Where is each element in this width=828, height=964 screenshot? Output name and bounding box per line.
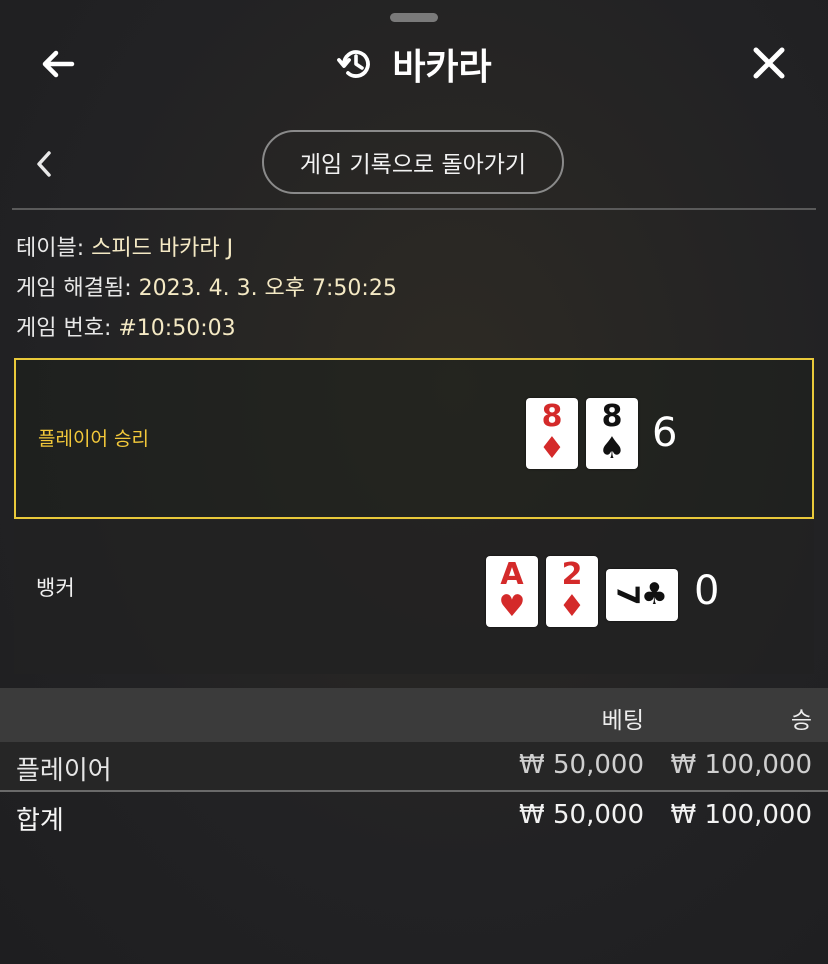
total-label: 합계 [16,806,64,836]
player-win-label: 플레이어 승리 [38,428,149,450]
resolved-info: 게임 해결됨: 2023. 4. 3. 오후 7:50:25 [16,276,397,301]
player-score: 6 [652,410,678,456]
club-icon: ♣ [640,577,668,612]
banker-score: 0 [694,568,720,614]
card-rank: 8 [601,399,623,434]
close-icon[interactable] [748,42,790,84]
history-icon [337,50,371,78]
heart-icon: ♥ [498,589,526,624]
banker-card-2: 2 ♦ [546,556,598,627]
diamond-icon: ♦ [538,431,566,466]
header-bar: 바카라 [0,0,828,120]
card-rank: 7 [609,584,645,606]
total-win: ₩ 100,000 [670,800,813,830]
banker-label: 뱅커 [36,576,75,600]
back-to-history-button[interactable]: 게임 기록으로 돌아가기 [262,130,564,194]
player-card-2: 8 ♠ [586,398,638,469]
spade-icon: ♠ [598,431,626,466]
card-rank: 8 [541,399,563,434]
diamond-icon: ♦ [558,589,586,624]
table-row: 플레이어 ₩ 50,000 ₩ 100,000 [0,742,828,790]
title-text: 바카라 [392,47,492,88]
banker-card-1: A ♥ [486,556,538,627]
column-header-win: 승 [790,708,812,734]
row-bet: ₩ 50,000 [519,750,644,780]
total-bet: ₩ 50,000 [519,800,644,830]
row-win: ₩ 100,000 [670,750,813,780]
total-row: 합계 ₩ 50,000 ₩ 100,000 [0,792,828,840]
divider [12,208,816,210]
game-number-info: 게임 번호: #10:50:03 [16,316,236,341]
row-name: 플레이어 [16,756,112,786]
player-result-panel: 플레이어 승리 [14,358,814,519]
column-header-bet: 베팅 [601,708,644,734]
card-rank: 2 [561,557,583,592]
chevron-left-icon[interactable] [32,148,56,180]
page-title: 바카라 [0,38,828,90]
table-info: 테이블: 스피드 바카라 J [16,236,234,261]
card-rank: A [500,557,524,592]
banker-card-3: 7 ♣ [606,569,678,621]
player-card-1: 8 ♦ [526,398,578,469]
bet-table-header: 베팅 승 [0,688,828,742]
